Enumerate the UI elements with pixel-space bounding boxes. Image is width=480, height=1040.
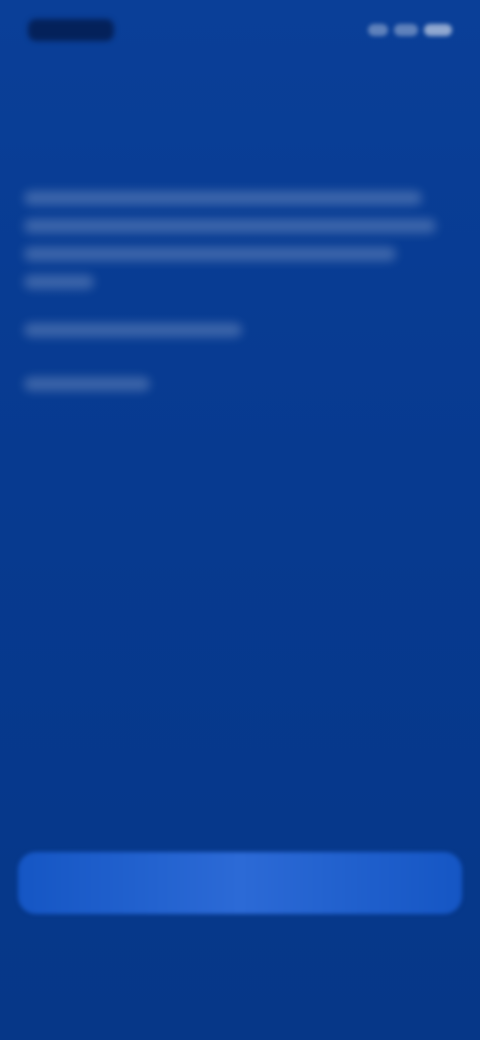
description — [24, 191, 456, 289]
description-line-3 — [24, 247, 396, 261]
status-time — [28, 19, 114, 41]
status-bar — [28, 10, 452, 50]
description-line-2 — [24, 219, 436, 233]
info-line-2 — [24, 377, 150, 391]
screen-header — [0, 64, 480, 104]
main-content — [24, 165, 456, 391]
wifi-icon — [394, 24, 418, 36]
primary-action-button[interactable] — [18, 852, 462, 914]
info-line-1 — [24, 323, 242, 337]
status-right — [368, 24, 452, 36]
battery-icon — [424, 24, 452, 36]
status-left — [28, 19, 114, 41]
description-line-1 — [24, 191, 422, 205]
secondary-action-link[interactable] — [0, 936, 480, 970]
description-line-4 — [24, 275, 94, 289]
app-screen — [0, 0, 480, 1040]
signal-icon — [368, 24, 388, 36]
